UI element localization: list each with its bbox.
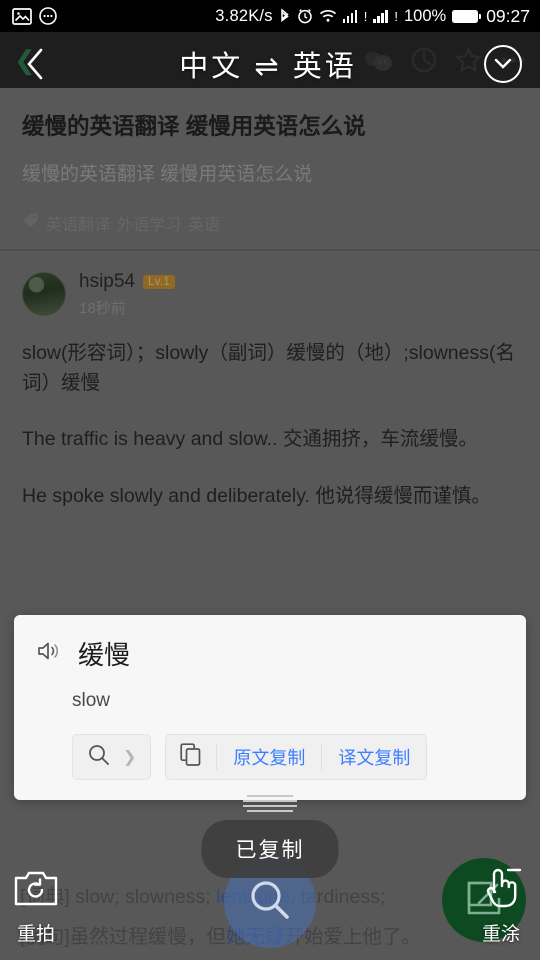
signal-icon — [373, 9, 388, 23]
copy-source-button[interactable]: 原文复制 — [217, 735, 321, 779]
signal-warning-icon: ! — [394, 8, 398, 24]
card-actions: ❯ 原文复制 译文复制 — [72, 734, 504, 780]
system-status-bar: 3.82K/s ! ! 100% 09:27 — [0, 0, 540, 32]
wifi-icon — [319, 9, 337, 23]
message-icon — [39, 7, 57, 25]
phone-screen: 8.88K/s 100% 09:27 ❮ — [0, 0, 540, 960]
battery-percent: 100% — [404, 6, 447, 25]
dim-scrim — [0, 0, 540, 960]
alarm-icon — [297, 8, 313, 24]
back-icon[interactable] — [18, 47, 52, 81]
copy-icon — [180, 742, 202, 772]
battery-icon — [452, 9, 482, 23]
chevron-down-circle-icon[interactable] — [484, 45, 522, 83]
search-button[interactable]: ❯ — [73, 735, 150, 779]
translated-word: slow — [72, 690, 111, 711]
image-icon — [12, 7, 32, 25]
chevron-right-icon: ❯ — [123, 749, 137, 766]
search-icon — [246, 876, 294, 929]
repaint-label: 重涂 — [481, 924, 520, 945]
retake-control[interactable]: 重拍 — [14, 868, 58, 946]
source-word: 缓慢 — [78, 640, 131, 670]
speaker-icon[interactable] — [36, 640, 62, 667]
bluetooth-icon — [279, 7, 291, 25]
search-button-group[interactable]: ❯ — [72, 734, 152, 780]
language-pair-title[interactable]: 中文 ⇌ 英语 — [52, 43, 484, 85]
copy-icon-button[interactable] — [166, 735, 216, 779]
hand-pointer-icon — [478, 864, 524, 913]
search-icon — [87, 743, 111, 772]
network-speed: 3.82K/s — [215, 6, 273, 25]
source-word-row: 缓慢 — [36, 635, 504, 672]
camera-retake-icon — [14, 868, 58, 913]
translation-card: 缓慢 slow ❯ 原文复制 译文复制 — [14, 615, 526, 800]
toast-copied: 已复制 — [201, 820, 339, 878]
copy-button-group[interactable]: 原文复制 译文复制 — [165, 734, 428, 780]
signal-warning-icon: ! — [363, 8, 368, 24]
repaint-control[interactable]: 重涂 — [478, 864, 524, 946]
translator-header: 中文 ⇌ 英语 — [0, 32, 540, 96]
drag-handle[interactable] — [243, 795, 297, 812]
background-app: 8.88K/s 100% 09:27 ❮ — [0, 0, 540, 960]
clock: 09:27 — [486, 5, 530, 26]
signal-icon — [342, 9, 358, 23]
copy-translation-button[interactable]: 译文复制 — [322, 735, 426, 779]
retake-label: 重拍 — [16, 924, 55, 945]
